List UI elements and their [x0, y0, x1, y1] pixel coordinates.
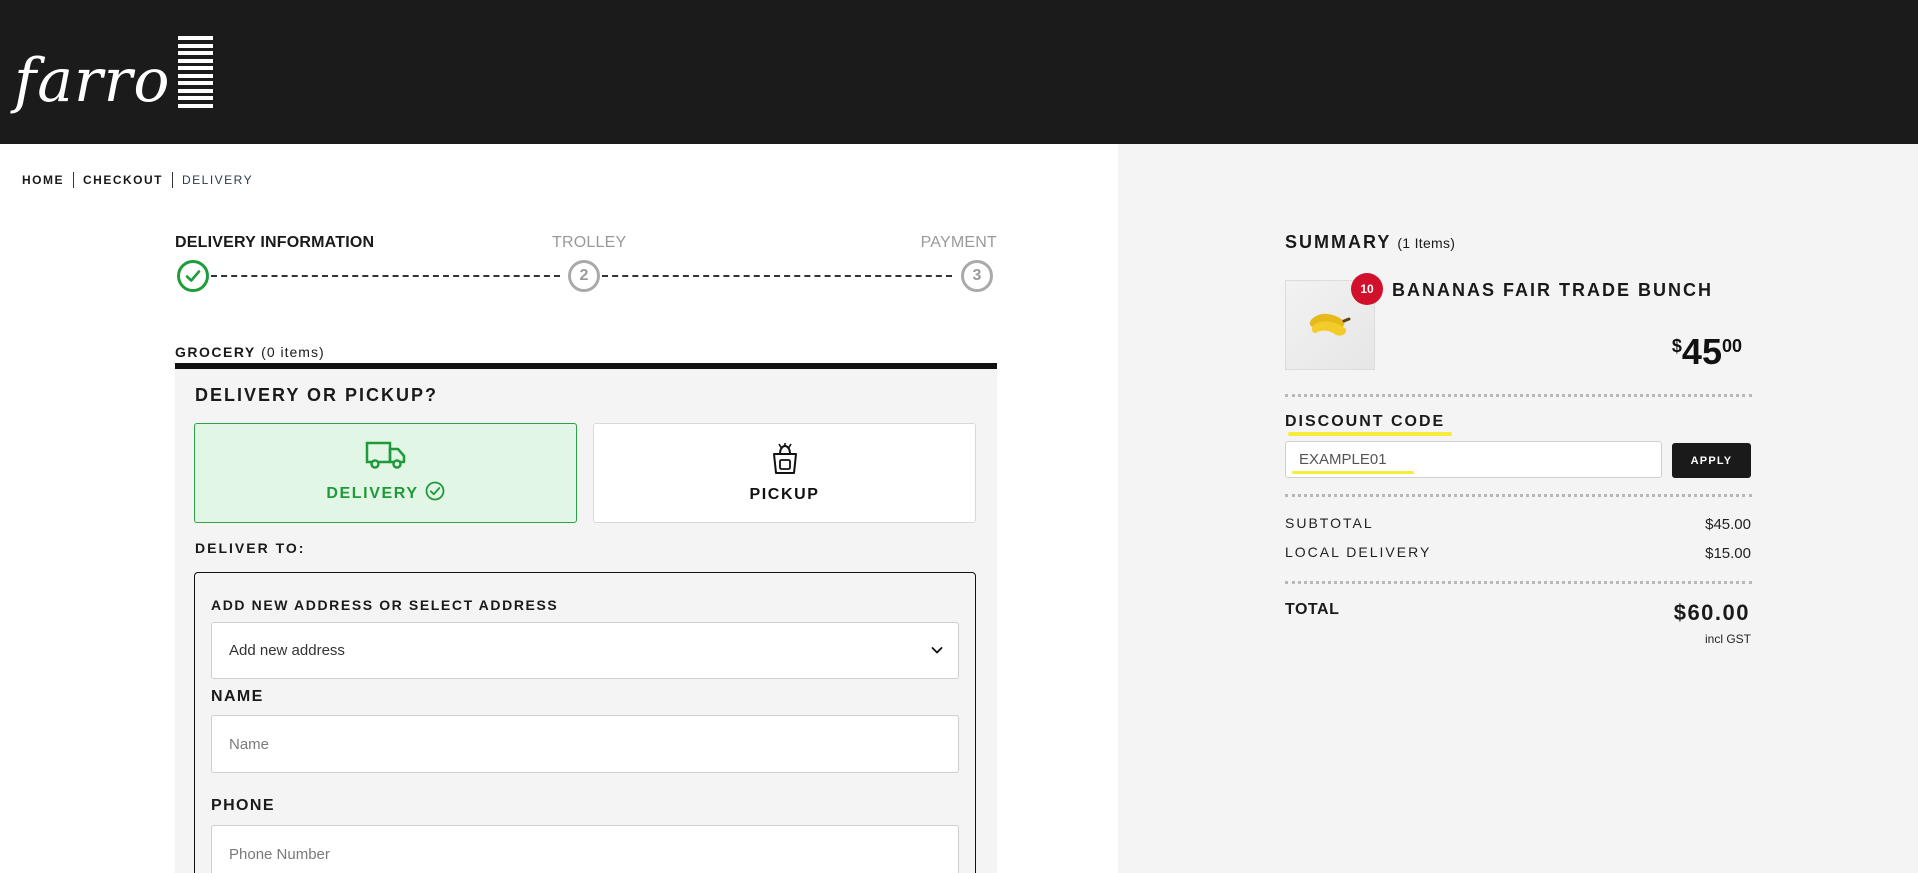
grocery-count: (0 items) [261, 344, 325, 360]
grocery-bag-icon [770, 442, 800, 480]
summary-title: SUMMARY [1285, 232, 1392, 252]
checkout-progress: DELIVERY INFORMATION TROLLEY PAYMENT 2 3 [175, 234, 997, 294]
address-select-label: ADD NEW ADDRESS OR SELECT ADDRESS [211, 597, 559, 613]
apply-discount-button[interactable]: APPLY [1672, 443, 1751, 478]
breadcrumb-divider [73, 172, 74, 188]
discount-code-label: DISCOUNT CODE [1285, 413, 1446, 430]
summary-divider [1285, 394, 1752, 397]
breadcrumb: HOME CHECKOUT DELIVERY [22, 172, 253, 188]
discount-code-value: EXAMPLE01 [1299, 451, 1387, 468]
chevron-down-icon [930, 643, 944, 661]
truck-icon [365, 440, 407, 475]
gst-note: incl GST [1704, 632, 1751, 646]
name-label: NAME [211, 688, 264, 705]
delivery-option-button[interactable]: DELIVERY [194, 423, 577, 523]
step-delivery-information: DELIVERY INFORMATION [175, 234, 375, 251]
pickup-option-button[interactable]: PICKUP [593, 423, 976, 523]
step-number-2: 2 [568, 260, 600, 292]
quantity-badge: 10 [1351, 273, 1383, 305]
highlight-underline [1292, 471, 1414, 474]
summary-divider [1285, 581, 1752, 584]
price-whole: 45 [1681, 331, 1722, 372]
selected-check-icon [425, 481, 445, 506]
farro-logo[interactable]: farro [14, 34, 214, 116]
pickup-option-label: PICKUP [749, 485, 820, 503]
summary-panel-background [1118, 144, 1918, 873]
site-header: farro [0, 0, 1918, 144]
price-cents: 00 [1721, 336, 1742, 356]
step-payment: PAYMENT [920, 234, 997, 251]
deliver-to-label: DELIVER TO: [195, 540, 306, 556]
phone-label: PHONE [211, 797, 275, 814]
total-value: $60.00 [1673, 600, 1750, 625]
logo-text: farro [14, 46, 171, 116]
highlight-underline [1288, 432, 1452, 436]
grocery-heading: GROCERY (0 items) [175, 344, 325, 360]
delivery-option-label: DELIVERY [326, 484, 419, 502]
summary-item-price: $ 45 00 [1672, 332, 1742, 372]
address-select-value: Add new address [229, 642, 345, 659]
local-delivery-label: LOCAL DELIVERY [1285, 544, 1432, 560]
price-currency: $ [1671, 336, 1682, 356]
step-connector [211, 275, 560, 277]
step-connector [602, 275, 952, 277]
delivery-or-pickup-title: DELIVERY OR PICKUP? [195, 385, 439, 405]
phone-input[interactable]: Phone Number [211, 825, 959, 873]
step-complete-check-icon [177, 260, 209, 292]
breadcrumb-home[interactable]: HOME [22, 173, 64, 187]
grocery-title: GROCERY [175, 344, 256, 360]
total-label: TOTAL [1285, 601, 1340, 618]
breadcrumb-divider [172, 172, 173, 188]
logo-bars-icon [178, 36, 214, 108]
summary-item-name: BANANAS FAIR TRADE BUNCH [1392, 280, 1713, 300]
step-number-3: 3 [961, 260, 993, 292]
summary-item-count: (1 Items) [1397, 235, 1456, 251]
name-placeholder: Name [229, 735, 270, 753]
summary-divider [1285, 494, 1752, 497]
breadcrumb-delivery: DELIVERY [182, 173, 254, 187]
step-trolley: TROLLEY [552, 234, 627, 251]
subtotal-label: SUBTOTAL [1285, 515, 1374, 531]
subtotal-value: $45.00 [1705, 516, 1751, 533]
name-input[interactable]: Name [211, 715, 959, 773]
phone-placeholder: Phone Number [229, 845, 330, 863]
address-select[interactable]: Add new address [211, 622, 959, 679]
summary-heading: SUMMARY (1 Items) [1285, 232, 1455, 253]
breadcrumb-checkout[interactable]: CHECKOUT [83, 173, 163, 187]
local-delivery-value: $15.00 [1705, 545, 1751, 562]
